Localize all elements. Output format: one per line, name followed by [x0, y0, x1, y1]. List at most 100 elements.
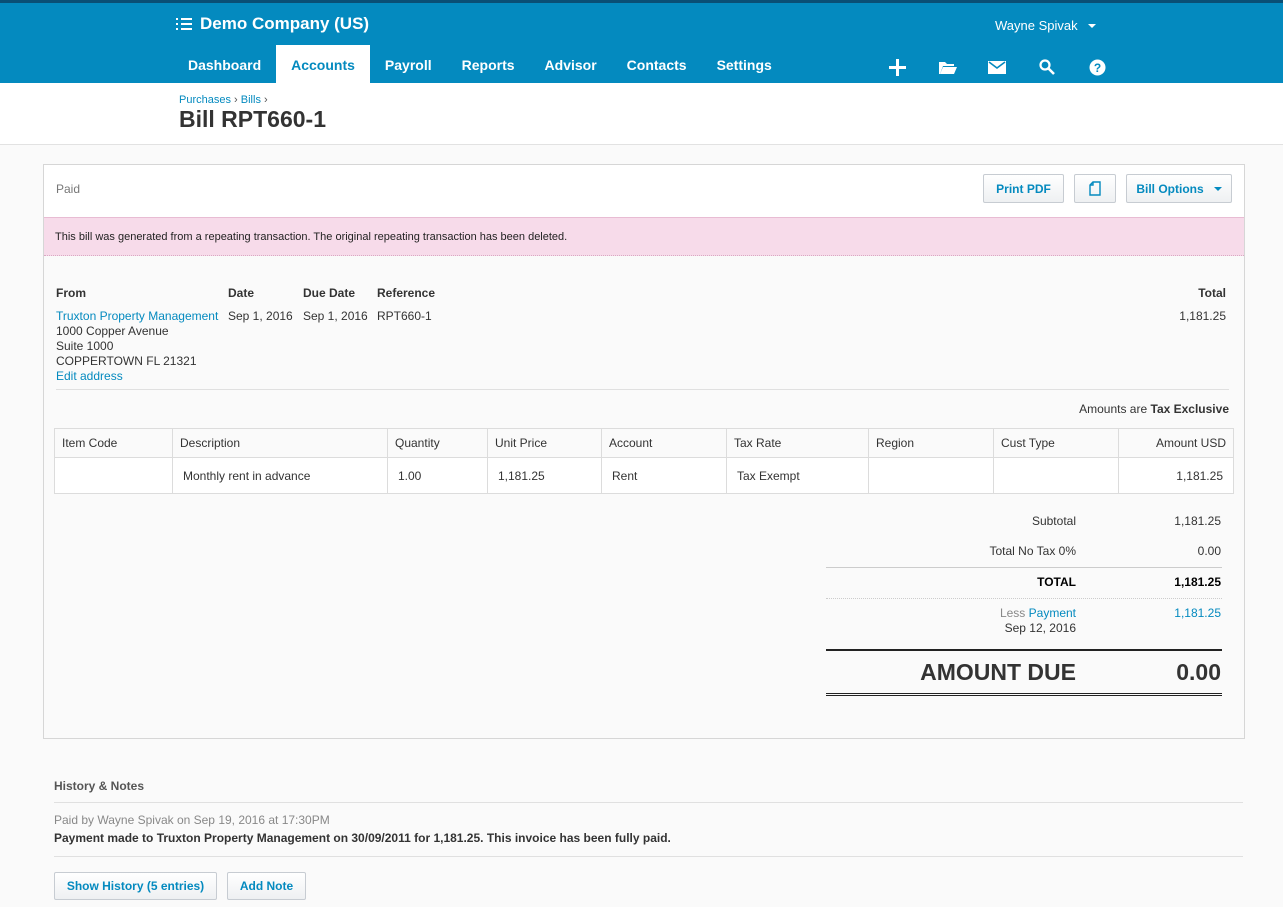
mail-button[interactable] [972, 56, 1022, 78]
address-line-3: COPPERTOWN FL 21321 [56, 354, 197, 368]
nav-accounts[interactable]: Accounts [276, 45, 370, 86]
svg-text:?: ? [1093, 61, 1100, 75]
column-header: Amount USD [1118, 428, 1234, 458]
bill-due-date: Sep 1, 2016 [303, 309, 368, 323]
organisation-menu[interactable]: Demo Company (US) [176, 14, 369, 34]
nav-advisor[interactable]: Advisor [530, 45, 612, 86]
amount-due-value: 0.00 [1176, 659, 1221, 685]
tax-value: 0.00 [1197, 544, 1221, 558]
history-note: Payment made to Truxton Property Managem… [54, 831, 671, 845]
bill-date: Sep 1, 2016 [228, 309, 293, 323]
payment-date: Sep 12, 2016 [1004, 621, 1076, 635]
nav-reports[interactable]: Reports [447, 45, 530, 86]
column-header: Description [172, 428, 388, 458]
amounts-are-label: Amounts are [1079, 402, 1148, 416]
divider [826, 567, 1222, 568]
print-pdf-button[interactable]: Print PDF [983, 174, 1064, 203]
supplier-link[interactable]: Truxton Property Management [56, 309, 218, 324]
edit-address-link[interactable]: Edit address [56, 369, 218, 384]
subtotal-value: 1,181.25 [1174, 514, 1221, 528]
tax-label: Total No Tax 0% [989, 544, 1077, 558]
cell-unit-price: 1,181.25 [487, 457, 602, 494]
divider [826, 693, 1222, 697]
date-label: Date [228, 286, 255, 300]
divider [826, 649, 1222, 651]
search-button[interactable] [1022, 56, 1072, 78]
breadcrumb-bills[interactable]: Bills [241, 94, 261, 106]
cell-amount: 1,181.25 [1118, 457, 1234, 494]
amounts-are-value: Tax Exclusive [1150, 402, 1230, 416]
show-history-button[interactable]: Show History (5 entries) [54, 872, 217, 900]
search-icon [1039, 59, 1055, 75]
less-label: Less [999, 606, 1026, 620]
add-icon [888, 58, 906, 76]
amounts-are: Amounts are Tax Exclusive [1079, 402, 1229, 416]
column-header: Account [601, 428, 727, 458]
nav-payroll[interactable]: Payroll [370, 45, 447, 86]
bill-options-label: Bill Options [1136, 181, 1204, 196]
user-name: Wayne Spivak [995, 18, 1078, 33]
breadcrumb-purchases[interactable]: Purchases [179, 94, 231, 106]
cell-cust-type [993, 457, 1119, 494]
column-header: Quantity [387, 428, 488, 458]
header-icon-bar: ? [872, 56, 1122, 78]
bill-reference: RPT660-1 [377, 309, 432, 323]
address-line-2: Suite 1000 [56, 339, 114, 353]
copy-icon [1089, 181, 1101, 196]
history-meta: Paid by Wayne Spivak on Sep 19, 2016 at … [54, 813, 330, 827]
divider [54, 802, 1243, 803]
menu-list-icon [176, 17, 192, 31]
table-header-row: Item Code Description Quantity Unit Pric… [54, 428, 1234, 458]
payment-link[interactable]: Payment [1029, 606, 1076, 620]
add-note-button[interactable]: Add Note [227, 872, 306, 900]
help-button[interactable]: ? [1072, 56, 1122, 78]
mail-icon [988, 60, 1006, 74]
column-header: Cust Type [993, 428, 1119, 458]
due-date-label: Due Date [303, 286, 356, 300]
from-label: From [56, 286, 86, 300]
help-icon: ? [1089, 59, 1105, 75]
total-label: TOTAL [1037, 575, 1076, 589]
column-header: Tax Rate [726, 428, 869, 458]
nav-settings[interactable]: Settings [702, 45, 787, 86]
cell-account: Rent [601, 457, 727, 494]
line-items-table: Item Code Description Quantity Unit Pric… [54, 428, 1234, 494]
payment-block: Less Payment Sep 12, 2016 [1000, 606, 1076, 636]
column-header: Unit Price [487, 428, 602, 458]
cell-item-code [54, 457, 173, 494]
cell-quantity: 1.00 [387, 457, 488, 494]
page-title: Bill RPT660-1 [179, 106, 326, 132]
total-value: 1,181.25 [1174, 575, 1221, 589]
user-menu[interactable]: Wayne Spivak [995, 18, 1096, 33]
payment-amount[interactable]: 1,181.25 [1174, 606, 1221, 620]
bill-total: 1,181.25 [1179, 309, 1226, 323]
chevron-down-icon [1213, 186, 1222, 191]
top-navigation-bar: Demo Company (US) Wayne Spivak Dashboard… [0, 0, 1283, 86]
cell-tax-rate: Tax Exempt [726, 457, 869, 494]
add-button[interactable] [872, 56, 922, 78]
address-line-1: 1000 Copper Avenue [56, 324, 169, 338]
bill-panel: Paid Print PDF Bill Options This bill wa… [43, 164, 1245, 739]
page-header: Purchases › Bills › Bill RPT660-1 [0, 83, 1283, 145]
breadcrumb-separator: › [264, 94, 268, 106]
copy-button[interactable] [1074, 174, 1116, 203]
amount-due-label: AMOUNT DUE [920, 659, 1076, 685]
cell-description: Monthly rent in advance [172, 457, 388, 494]
cell-region [868, 457, 994, 494]
breadcrumb: Purchases › Bills › [179, 94, 268, 106]
nav-dashboard[interactable]: Dashboard [173, 45, 276, 86]
organisation-name: Demo Company (US) [200, 14, 370, 33]
nav-contacts[interactable]: Contacts [612, 45, 702, 86]
chevron-down-icon [1087, 23, 1096, 28]
supplier-address: Truxton Property Management 1000 Copper … [56, 309, 218, 384]
history-title: History & Notes [54, 779, 145, 793]
column-header: Item Code [54, 428, 173, 458]
bill-options-button[interactable]: Bill Options [1126, 174, 1232, 203]
total-label: Total [1198, 286, 1226, 300]
folder-icon [938, 61, 957, 74]
bill-toolbar: Paid Print PDF Bill Options [44, 165, 1244, 217]
column-header: Region [868, 428, 994, 458]
subtotal-label: Subtotal [1031, 514, 1076, 528]
files-button[interactable] [922, 56, 972, 78]
status-badge: Paid [56, 182, 81, 196]
